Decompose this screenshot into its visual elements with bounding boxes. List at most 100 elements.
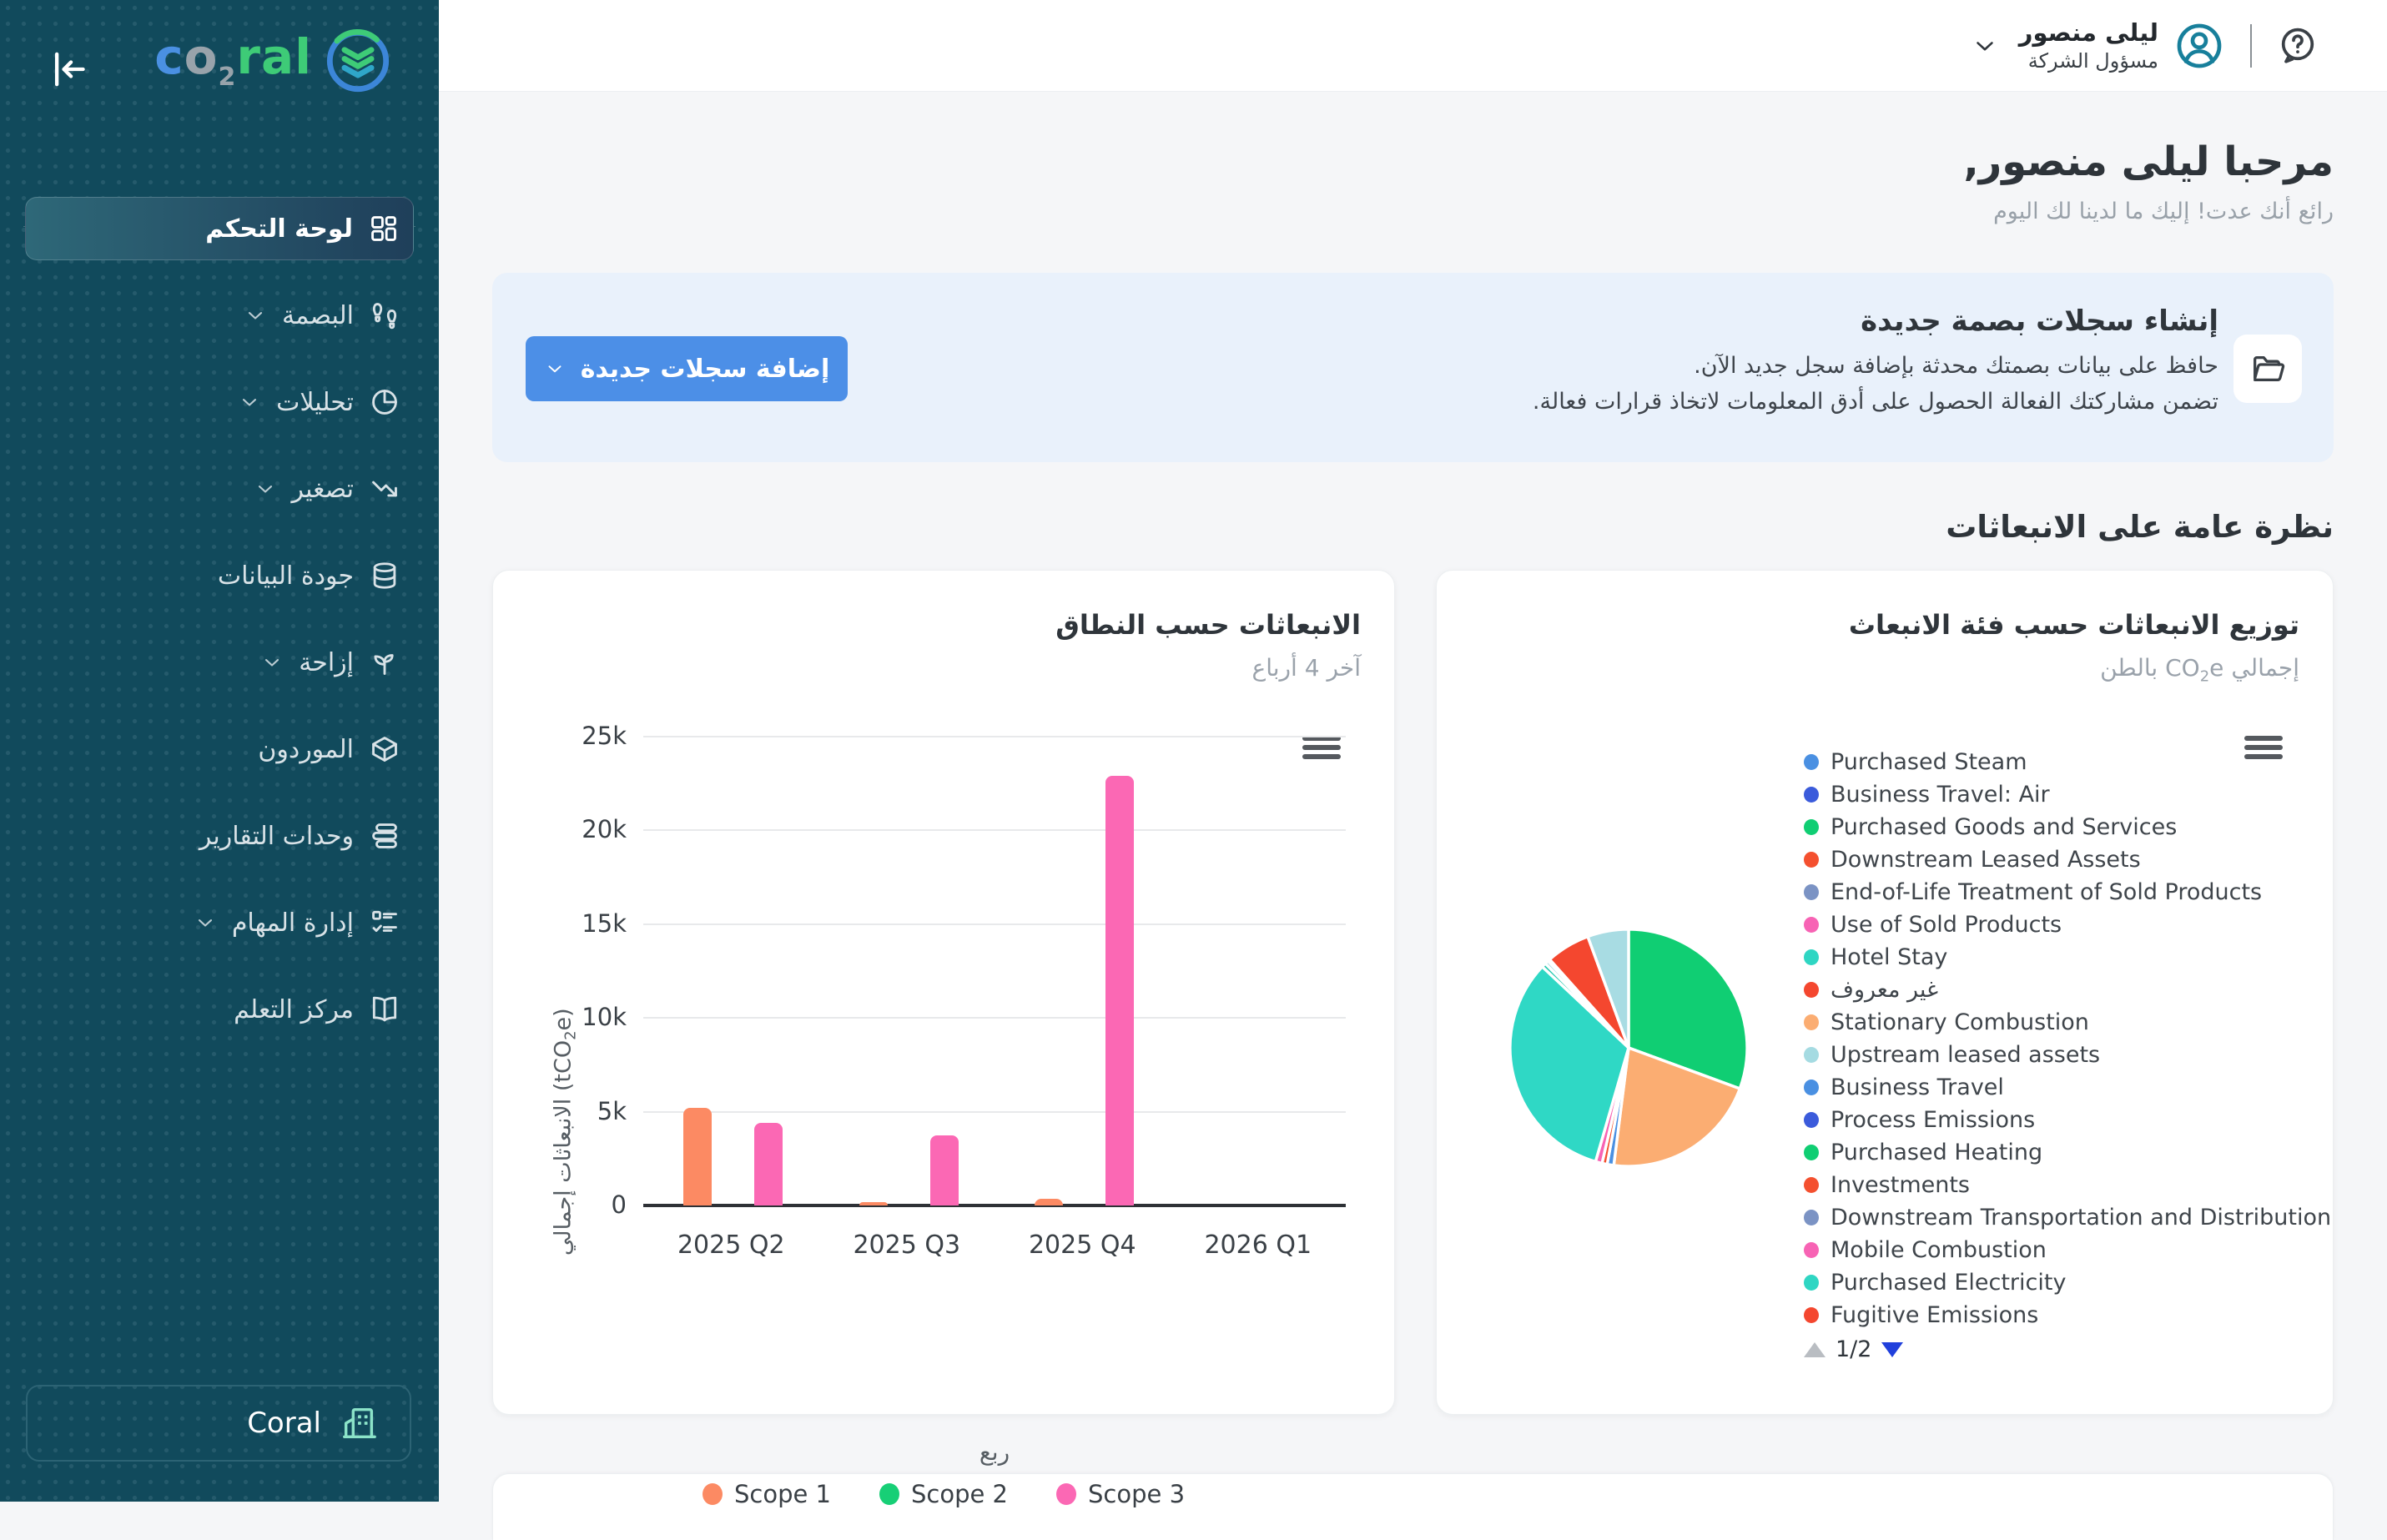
section-title: نظرة عامة على الانبعاثات	[492, 509, 2334, 545]
sidebar-item[interactable]: مركز التعلم	[0, 966, 439, 1053]
legend-page-up-icon[interactable]	[1804, 1342, 1826, 1357]
legend-item[interactable]: Investments	[1804, 1169, 2331, 1201]
legend-item[interactable]: Scope 3	[1056, 1480, 1185, 1508]
legend-item[interactable]: غير معروف	[1804, 974, 2331, 1006]
legend-item[interactable]: Business Travel: Air	[1804, 778, 2331, 811]
avatar[interactable]	[2173, 20, 2225, 72]
user-menu[interactable]: ليلى منصور مسؤول الشركة	[2019, 18, 2158, 73]
legend-marker	[1804, 884, 1819, 900]
sidebar-item-label: لوحة التحكم	[205, 214, 353, 244]
legend-label: Stationary Combustion	[1831, 1009, 2089, 1035]
main-area: ليلى منصور مسؤول الشركة مرحبا ليلى منصور…	[439, 0, 2387, 1502]
legend-page-down-icon[interactable]	[1881, 1342, 1903, 1357]
legend-item[interactable]: Scope 1	[703, 1480, 831, 1508]
legend-item[interactable]: Stationary Combustion	[1804, 1006, 2331, 1039]
sidebar-item[interactable]: الموردون	[0, 706, 439, 793]
add-records-button[interactable]: إضافة سجلات جديدة	[526, 336, 848, 401]
legend-item[interactable]: Purchased Electricity	[1804, 1266, 2331, 1299]
user-name: ليلى منصور	[2019, 18, 2158, 47]
legend-item[interactable]: Purchased Heating	[1804, 1136, 2331, 1169]
legend-item[interactable]: Hotel Stay	[1804, 941, 2331, 974]
legend-label: Downstream Leased Assets	[1831, 847, 2141, 873]
organization-switcher[interactable]: Coral	[26, 1385, 411, 1462]
add-records-button-label: إضافة سجلات جديدة	[581, 355, 830, 384]
legend-item[interactable]: Purchased Steam	[1804, 746, 2331, 778]
pie-chart	[1507, 926, 1750, 1170]
app-logo: co2ral	[154, 25, 394, 97]
bar-scope-1-2025-q2[interactable]	[683, 1108, 712, 1205]
gridline	[643, 923, 1346, 925]
package-icon	[369, 733, 400, 765]
legend-marker	[1804, 787, 1819, 803]
y-axis-tick: 25k	[563, 722, 627, 750]
create-records-banner: إنشاء سجلات بصمة جديدة حافظ على بيانات ب…	[492, 273, 2334, 462]
legend-marker	[1804, 1047, 1819, 1063]
bar-scope-1-2025-q3[interactable]	[859, 1202, 888, 1205]
bar-scope-3-2025-q2[interactable]	[754, 1123, 783, 1205]
legend-item[interactable]: Fugitive Emissions	[1804, 1299, 2331, 1331]
task-list-icon	[369, 907, 400, 939]
legend-marker	[1804, 917, 1819, 933]
bar-chart-subtitle: آخر 4 أرباع	[1252, 654, 1362, 682]
legend-item[interactable]: Business Travel	[1804, 1071, 2331, 1104]
sidebar-item[interactable]: البصمة	[0, 272, 439, 359]
legend-marker	[1804, 1112, 1819, 1128]
gridline	[643, 829, 1346, 831]
organization-name: Coral	[247, 1407, 321, 1440]
legend-item[interactable]: Process Emissions	[1804, 1104, 2331, 1136]
help-icon[interactable]	[2277, 25, 2319, 67]
analytics-pie-icon	[369, 386, 400, 418]
sidebar-item[interactable]: وحدات التقارير	[0, 793, 439, 879]
gridline	[643, 1111, 1346, 1113]
x-axis-tick: 2026 Q1	[1166, 1230, 1350, 1260]
topbar-divider	[2250, 24, 2252, 68]
legend-item[interactable]: Use of Sold Products	[1804, 908, 2331, 941]
folder-open-icon	[2233, 335, 2302, 403]
legend-label: Downstream Transportation and Distributi…	[1831, 1205, 2331, 1230]
bar-chart-card: الانبعاثات حسب النطاق آخر 4 أرباع 05k10k…	[492, 570, 1395, 1415]
gridline	[643, 1017, 1346, 1019]
sidebar-item-label: البصمة	[282, 301, 354, 330]
legend-marker	[1804, 1145, 1819, 1160]
pie-legend: Purchased Steam Business Travel: Air Purch…	[1804, 746, 2331, 1331]
building-icon	[340, 1404, 378, 1442]
y-axis-tick: 20k	[563, 815, 627, 843]
sidebar-item-label: تصغير	[292, 475, 354, 504]
chevron-down-icon	[194, 911, 217, 934]
chevron-down-icon[interactable]	[1971, 32, 1999, 60]
chevron-down-icon	[544, 358, 566, 380]
sidebar-item[interactable]: إدارة المهام	[0, 879, 439, 966]
footprints-icon	[369, 299, 400, 331]
legend-label: Hotel Stay	[1831, 944, 1947, 970]
sidebar-item[interactable]: لوحة التحكم	[0, 185, 439, 272]
legend-label: Scope 1	[734, 1480, 831, 1508]
legend-label: Business Travel: Air	[1831, 782, 2050, 808]
charts-row: توزيع الانبعاثات حسب فئة الانبعاث إجمالي…	[492, 570, 2334, 1415]
bar-scope-1-2025-q4[interactable]	[1035, 1199, 1063, 1205]
sidebar-item[interactable]: جودة البيانات	[0, 532, 439, 619]
legend-item[interactable]: Downstream Transportation and Distributi…	[1804, 1201, 2331, 1234]
bar-scope-3-2025-q3[interactable]	[930, 1135, 959, 1205]
legend-label: Use of Sold Products	[1831, 912, 2062, 938]
legend-item[interactable]: Mobile Combustion	[1804, 1234, 2331, 1266]
legend-marker	[1804, 982, 1819, 998]
legend-item[interactable]: Downstream Leased Assets	[1804, 843, 2331, 876]
plant-icon	[369, 647, 400, 678]
book-icon	[369, 994, 400, 1025]
collapse-sidebar-icon[interactable]	[42, 45, 90, 93]
pie-chart-subtitle: إجمالي CO2e بالطن	[2100, 654, 2299, 686]
legend-label: Purchased Steam	[1831, 749, 2027, 775]
bar-scope-3-2025-q4[interactable]	[1105, 776, 1134, 1205]
x-axis-tick: 2025 Q2	[639, 1230, 823, 1260]
legend-item[interactable]: Scope 2	[879, 1480, 1008, 1508]
sidebar-item[interactable]: تصغير	[0, 445, 439, 532]
legend-item[interactable]: Upstream leased assets	[1804, 1039, 2331, 1071]
sidebar-item[interactable]: تحليلات	[0, 359, 439, 445]
sidebar-item[interactable]: إزاحة	[0, 619, 439, 706]
legend-item[interactable]: Purchased Goods and Services	[1804, 811, 2331, 843]
legend-label: Scope 3	[1088, 1480, 1185, 1508]
legend-label: غير معروف	[1831, 977, 1938, 1003]
banner-title: إنشاء سجلات بصمة جديدة	[893, 304, 2218, 338]
legend-marker	[1804, 754, 1819, 770]
legend-item[interactable]: End-of-Life Treatment of Sold Products	[1804, 876, 2331, 908]
